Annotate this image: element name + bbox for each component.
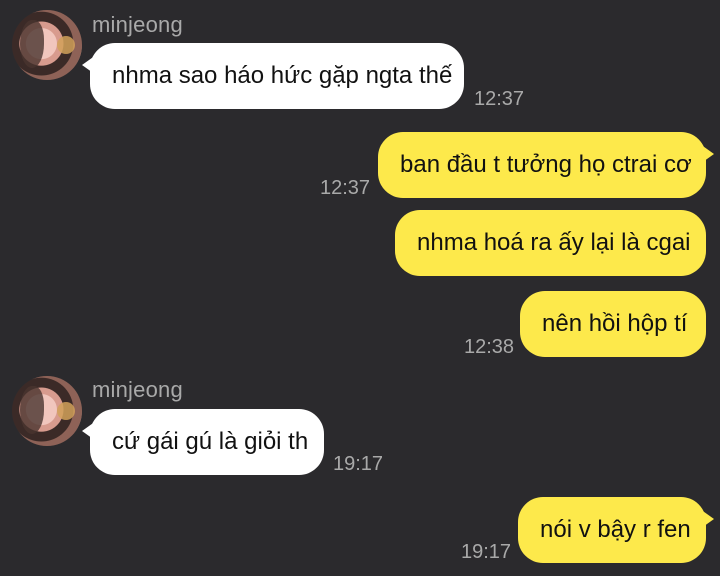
message-timestamp: 12:37 <box>474 88 525 110</box>
message-timestamp: 12:37 <box>320 177 371 199</box>
outgoing-message-bubble[interactable]: nói v bậy r fen <box>518 497 714 563</box>
message-text: nhma sao háo hức gặp ngta thế <box>112 62 453 89</box>
outgoing-message-bubble[interactable]: nhma hoá ra ấy lại là cgai <box>395 210 706 276</box>
message-text: ban đầu t tưởng họ ctrai cơ <box>400 151 692 178</box>
outgoing-message-bubble[interactable]: ban đầu t tưởng họ ctrai cơ <box>378 132 714 198</box>
message-timestamp: 19:17 <box>461 541 512 563</box>
sender-name: minjeong <box>92 12 183 37</box>
chat-conversation: minjeong nhma sao háo hức gặp ngta thế 1… <box>0 0 720 576</box>
incoming-message-bubble[interactable]: nhma sao háo hức gặp ngta thế <box>82 43 464 109</box>
incoming-message-bubble[interactable]: cứ gái gú là giỏi th <box>82 409 324 475</box>
message-text: nên hồi hộp tí <box>542 310 688 337</box>
avatar[interactable] <box>12 10 82 80</box>
message-timestamp: 19:17 <box>333 453 384 475</box>
sender-name: minjeong <box>92 377 183 402</box>
message-text: nhma hoá ra ấy lại là cgai <box>417 229 691 256</box>
avatar[interactable] <box>12 376 82 446</box>
message-text: cứ gái gú là giỏi th <box>112 428 309 455</box>
outgoing-message-bubble[interactable]: nên hồi hộp tí <box>520 291 706 357</box>
message-timestamp: 12:38 <box>464 336 515 358</box>
message-text: nói v bậy r fen <box>540 516 691 543</box>
